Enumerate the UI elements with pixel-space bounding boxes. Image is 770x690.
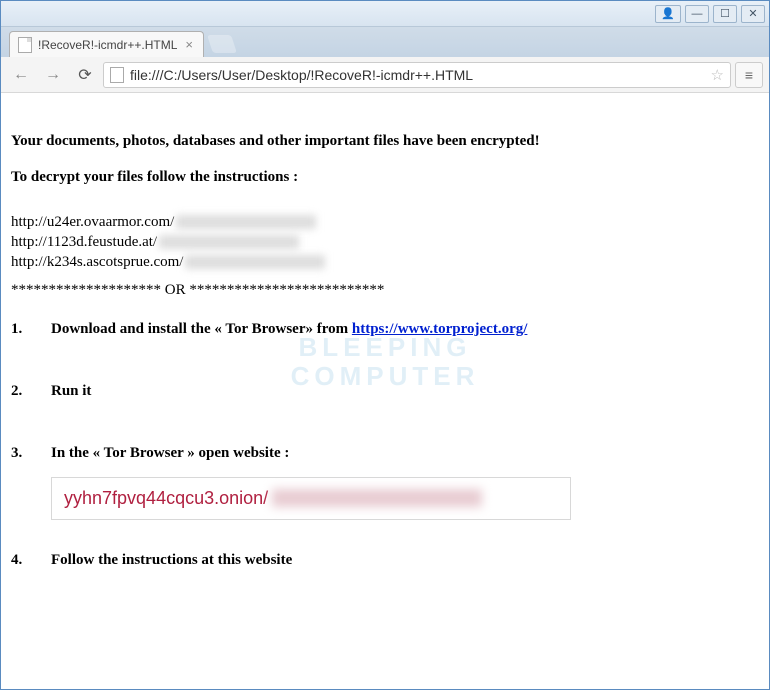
blurred-path — [185, 255, 325, 269]
onion-address-box: yyhn7fpvq44cqcu3.onion/ — [51, 477, 571, 519]
forward-button[interactable]: → — [39, 61, 67, 89]
user-button[interactable]: 👤 — [655, 5, 681, 23]
step-number: 2. — [11, 381, 51, 401]
payment-url: http://k234s.ascotsprue.com/ — [11, 252, 759, 272]
step-text: In the « Tor Browser » open website : — [51, 443, 759, 463]
step-number: 1. — [11, 319, 51, 339]
maximize-button[interactable]: ☐ — [713, 5, 737, 23]
step-number: 3. — [11, 443, 51, 463]
step-3: 3. In the « Tor Browser » open website : — [11, 443, 759, 463]
blurred-path — [159, 235, 299, 249]
tab-title: !RecoveR!-icmdr++.HTML — [38, 38, 177, 52]
close-tab-icon[interactable]: × — [183, 37, 195, 52]
reload-button[interactable]: ⟳ — [71, 61, 99, 89]
menu-button[interactable]: ≡ — [735, 62, 763, 88]
instruction-steps: 1. Download and install the « Tor Browse… — [11, 319, 759, 464]
step-1: 1. Download and install the « Tor Browse… — [11, 319, 759, 339]
bookmark-star-icon[interactable]: ☆ — [711, 66, 724, 84]
payment-url: http://1123d.feustude.at/ — [11, 232, 759, 252]
step-text: Run it — [51, 381, 759, 401]
page-content: BLEEPING COMPUTER Your documents, photos… — [1, 93, 769, 689]
divider-or: ******************** OR ****************… — [11, 280, 759, 300]
blurred-onion-path — [272, 489, 482, 507]
step-text: Follow the instructions at this website — [51, 550, 759, 570]
tab-bar: !RecoveR!-icmdr++.HTML × — [1, 27, 769, 57]
payment-url-list: http://u24er.ovaarmor.com/ http://1123d.… — [11, 212, 759, 273]
new-tab-button[interactable] — [207, 35, 237, 53]
close-window-button[interactable]: ✕ — [741, 5, 765, 23]
step-text: Download and install the « Tor Browser» … — [51, 319, 759, 339]
blurred-path — [176, 215, 316, 229]
window-titlebar: 👤 — ☐ ✕ — [1, 1, 769, 27]
address-bar[interactable]: file:///C:/Users/User/Desktop/!RecoveR!-… — [103, 62, 731, 88]
instruction-steps-cont: 4. Follow the instructions at this websi… — [11, 550, 759, 570]
minimize-button[interactable]: — — [685, 5, 709, 23]
file-icon — [18, 37, 32, 53]
back-button[interactable]: ← — [7, 61, 35, 89]
onion-address: yyhn7fpvq44cqcu3.onion/ — [64, 486, 268, 510]
sub-heading: To decrypt your files follow the instruc… — [11, 167, 759, 187]
browser-tab[interactable]: !RecoveR!-icmdr++.HTML × — [9, 31, 204, 57]
torproject-link[interactable]: https://www.torproject.org/ — [352, 321, 528, 337]
page-icon — [110, 67, 124, 83]
step-2: 2. Run it — [11, 381, 759, 401]
payment-url: http://u24er.ovaarmor.com/ — [11, 212, 759, 232]
step-4: 4. Follow the instructions at this websi… — [11, 550, 759, 570]
main-heading: Your documents, photos, databases and ot… — [11, 131, 759, 151]
step-number: 4. — [11, 550, 51, 570]
browser-window: 👤 — ☐ ✕ !RecoveR!-icmdr++.HTML × ← → ⟳ f… — [0, 0, 770, 690]
browser-toolbar: ← → ⟳ file:///C:/Users/User/Desktop/!Rec… — [1, 57, 769, 93]
url-text: file:///C:/Users/User/Desktop/!RecoveR!-… — [130, 67, 705, 83]
